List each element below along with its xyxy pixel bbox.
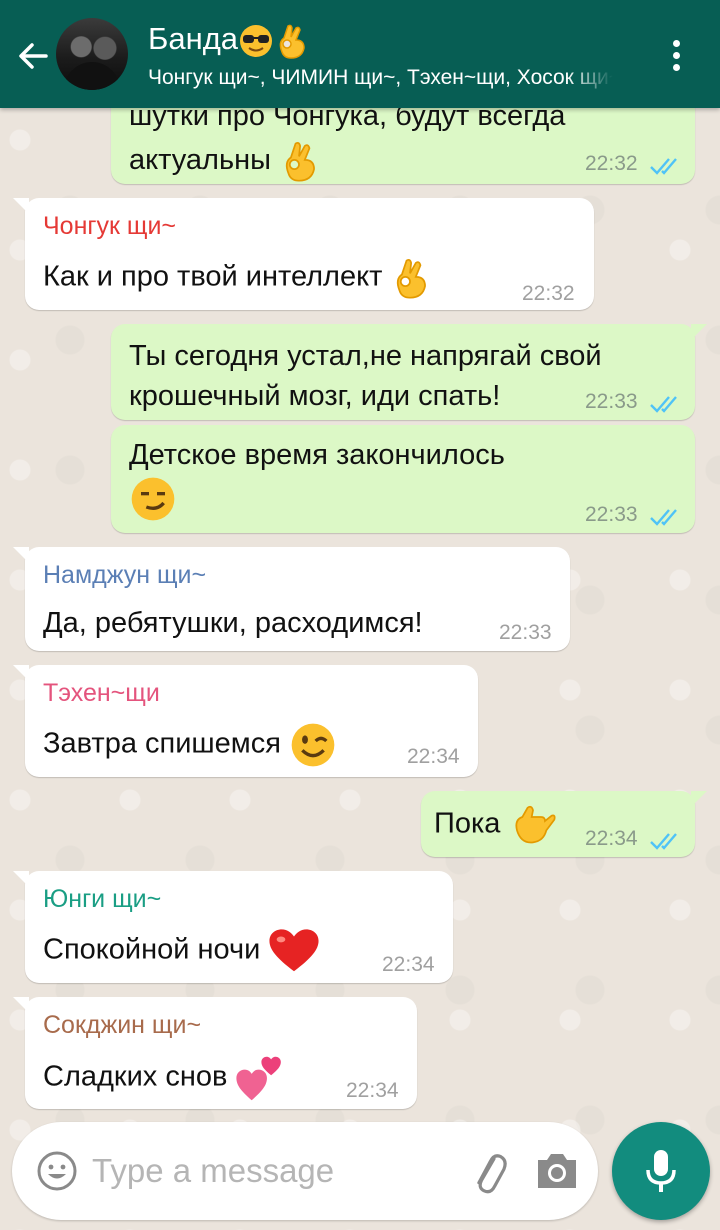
mic-button[interactable]: [612, 1122, 710, 1220]
chat-header: Банда Чонгук щи~, ЧИМИН щи~, Тэхен~щи, Х…: [0, 0, 720, 108]
message-sender: Чонгук щи~: [43, 212, 177, 240]
double-check-icon: [650, 509, 677, 526]
message-time: 22:34: [407, 745, 460, 768]
message-incoming[interactable]: Намджун щи~ Да, ребятушки, расходимся! 2…: [13, 547, 570, 651]
two-hearts-emoji-icon: [236, 1056, 282, 1101]
chat-title-text: Банда: [148, 21, 239, 56]
message-sender: Тэхен~щи: [43, 679, 160, 707]
message-sender: Юнги щи~: [43, 885, 162, 913]
message-text: Пока: [434, 801, 557, 849]
message-outgoing[interactable]: Детское время закончилось 22:33: [111, 425, 695, 533]
message-time: 22:33: [499, 621, 552, 644]
ok-hand-emoji-icon: [279, 24, 305, 59]
message-incoming[interactable]: Сокджин щи~ Сладких снов 22:34: [13, 997, 417, 1109]
message-time: 22:34: [346, 1079, 399, 1102]
message-sender: Намджун щи~: [43, 561, 207, 589]
call-me-hand-emoji-icon: [514, 805, 556, 844]
double-check-icon: [650, 396, 677, 413]
message-time: 22:33: [585, 503, 638, 526]
group-avatar[interactable]: [56, 18, 128, 90]
red-heart-emoji-icon: [269, 929, 319, 972]
message-time: 22:34: [382, 953, 435, 976]
attach-icon[interactable]: [466, 1146, 510, 1196]
message-incoming[interactable]: Чонгук щи~ Как и про твой интеллект 22:3…: [13, 198, 594, 310]
double-check-icon: [650, 833, 677, 850]
message-time: 22:34: [585, 827, 638, 850]
message-time: 22:33: [585, 390, 638, 413]
smirk-emoji-icon: [131, 477, 175, 521]
message-text: Да, ребятушки, расходимся!: [43, 607, 423, 639]
message-input[interactable]: Type a message: [92, 1152, 334, 1190]
message-outgoing[interactable]: Пока 22:34: [421, 791, 707, 857]
emoji-icon[interactable]: [36, 1150, 78, 1192]
double-check-icon: [650, 158, 677, 175]
mic-icon: [646, 1150, 676, 1192]
message-text: Детское время закончилось: [129, 435, 505, 523]
sunglasses-emoji-icon: [240, 24, 273, 57]
ok-hand-emoji-icon: [397, 259, 427, 299]
message-text: Завтра спишемся: [43, 721, 337, 769]
camera-icon[interactable]: [534, 1150, 580, 1192]
ok-hand-emoji-icon: [285, 142, 315, 182]
wink-emoji-icon: [291, 723, 335, 767]
message-outgoing[interactable]: Ты сегодня устал,не напрягай свой крошеч…: [111, 324, 707, 420]
message-time: 22:32: [585, 152, 638, 175]
message-incoming[interactable]: Тэхен~щи Завтра спишемся 22:34: [13, 665, 478, 777]
message-text: Спокойной ночи: [43, 927, 320, 975]
message-sender: Сокджин щи~: [43, 1011, 202, 1039]
message-time: 22:32: [522, 282, 575, 305]
back-arrow-icon[interactable]: [10, 34, 58, 78]
message-incoming[interactable]: Юнги щи~ Спокойной ночи 22:34: [13, 871, 453, 983]
chat-participants[interactable]: Чонгук щи~, ЧИМИН щи~, Тэхен~щи, Хосок щ…: [148, 66, 613, 90]
message-text: Сладких снов: [43, 1053, 285, 1103]
menu-dots-icon[interactable]: [664, 34, 690, 78]
message-composer: Type a message: [12, 1122, 598, 1220]
chat-title[interactable]: Банда: [148, 20, 308, 60]
message-text: Ты сегодня устал,не напрягай свой крошеч…: [129, 340, 602, 412]
message-text: Как и про твой интеллект: [43, 256, 430, 300]
